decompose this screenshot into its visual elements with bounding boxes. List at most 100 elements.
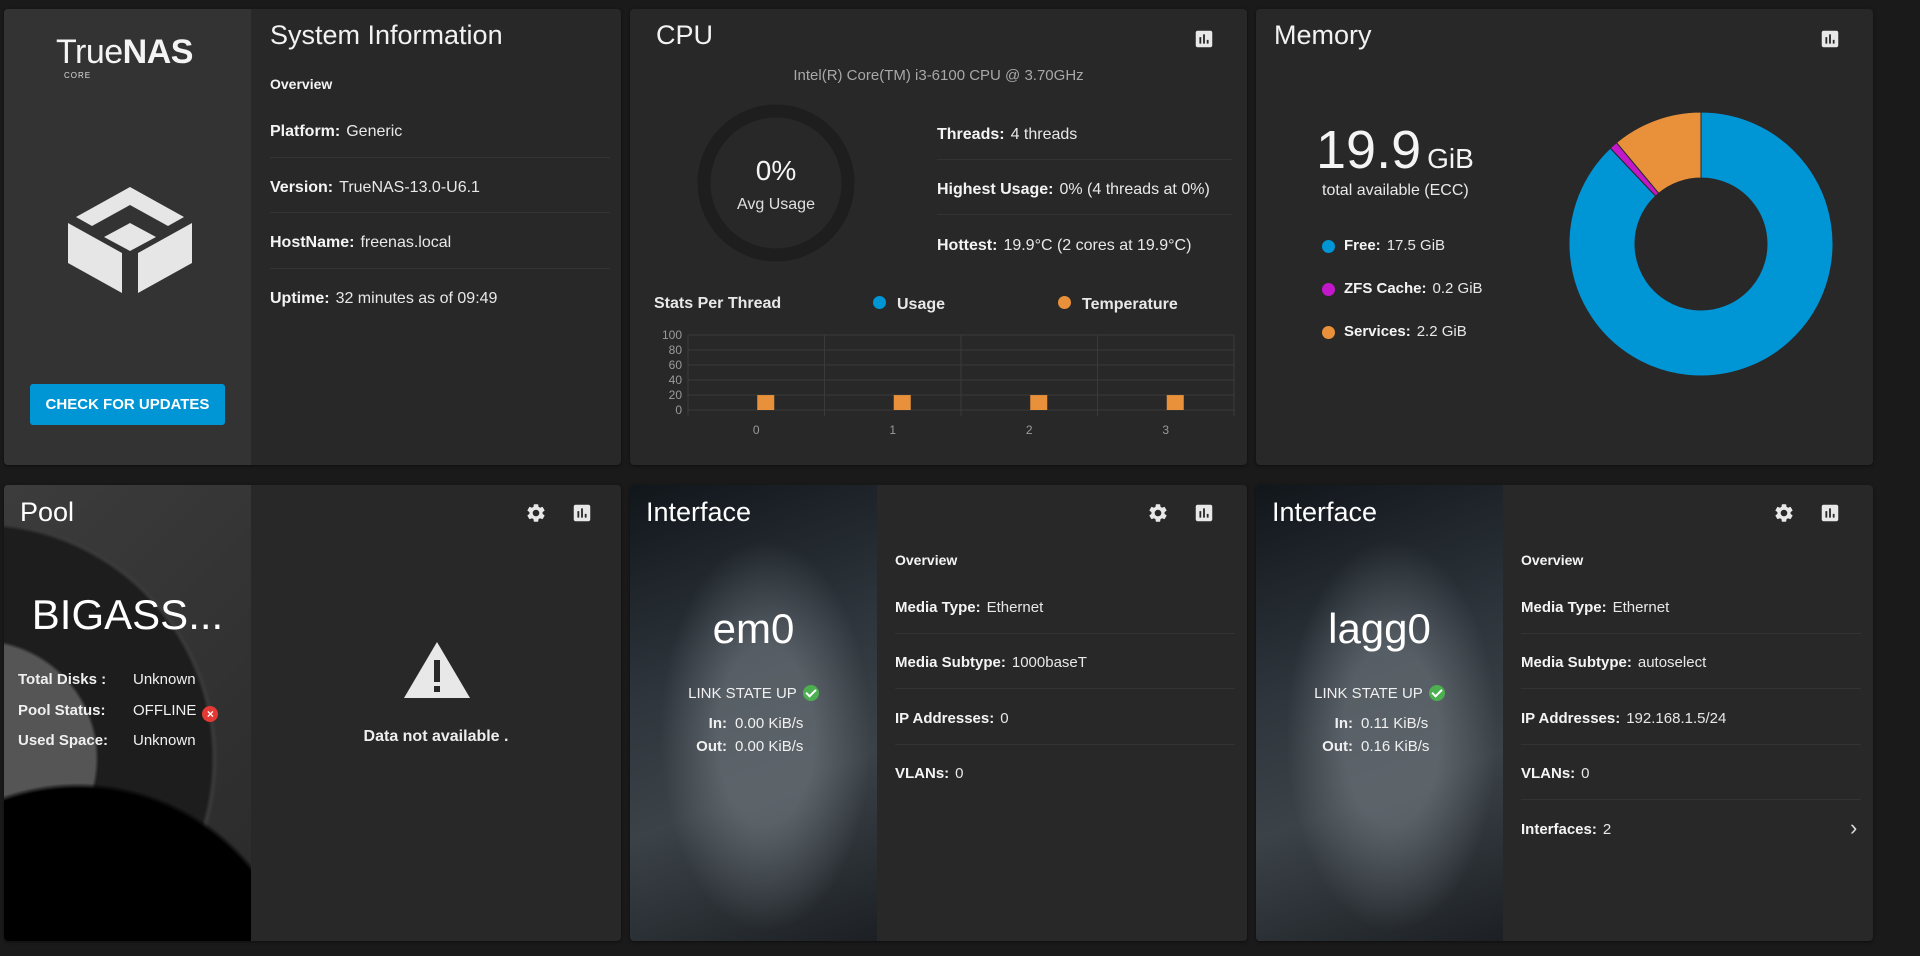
data-not-available-text: Data not available . [363, 728, 509, 745]
bar-chart-icon [573, 504, 591, 522]
cpu-title: CPU [656, 20, 714, 50]
x-tick-label: 1 [889, 423, 896, 437]
stats-per-thread-chart: 1008060402000 1 2 3 [662, 328, 1235, 437]
divider [270, 212, 610, 213]
interface-reports-button[interactable] [1190, 499, 1218, 527]
bar-chart-icon [1195, 30, 1213, 48]
traffic-in-row: In: 0.00 KiB/s [708, 715, 804, 732]
link-state: LINK STATE UP [630, 685, 877, 702]
y-tick-label: 0 [675, 403, 682, 417]
zfs-cache-legend-row: ZFS Cache: 0.2 GiB [1344, 280, 1483, 297]
memory-title: Memory [1274, 20, 1372, 50]
pool-title: Pool [20, 497, 75, 527]
interface-settings-button[interactable] [1770, 499, 1798, 527]
truenas-edition-label: CORE [64, 71, 92, 80]
memory-subtitle: total available (ECC) [1322, 182, 1469, 199]
pool-settings-button[interactable] [522, 499, 550, 527]
usage-legend-label: Usage [897, 296, 946, 313]
free-legend-row: Free: 17.5 GiB [1344, 237, 1446, 254]
hostname-row: HostName: freenas.local [270, 234, 452, 251]
gear-icon [1149, 504, 1167, 522]
divider [937, 214, 1232, 215]
link-up-check-icon [802, 685, 819, 701]
y-tick-label: 60 [669, 358, 683, 372]
memory-total: 19.9 GiB [1316, 120, 1474, 180]
used-space-row: Used Space: Unknown [18, 732, 196, 749]
warning-icon [404, 642, 470, 698]
system-logo-panel: TrueNAS CORE CHECK FOR UPDATES [4, 9, 251, 465]
divider [1521, 633, 1861, 634]
temperature-legend-label: Temperature [1082, 296, 1178, 313]
services-legend-row: Services: 2.2 GiB [1344, 323, 1467, 340]
uptime-row: Uptime: 32 minutes as of 09:49 [270, 290, 498, 307]
truenas-logo-icon [68, 187, 192, 293]
traffic-out-row: Out: 0.16 KiB/s [1322, 738, 1430, 755]
divider [895, 688, 1235, 689]
interface-card-em0: Interface em0 LINK STATE UP In: 0.00 KiB/… [630, 485, 1247, 941]
vlans-row: VLANs: 0 [895, 765, 964, 782]
memory-reports-button[interactable] [1816, 25, 1844, 53]
divider [937, 159, 1232, 160]
usage-legend-dot [873, 296, 886, 309]
divider [895, 633, 1235, 634]
divider [895, 744, 1235, 745]
total-disks-row: Total Disks : Unknown [18, 671, 196, 688]
pool-reports-button[interactable] [568, 499, 596, 527]
link-state: LINK STATE UP [1256, 685, 1503, 702]
y-tick-label: 100 [662, 328, 682, 342]
bar-chart-icon [1821, 504, 1839, 522]
threads-row: Threads: 4 threads [937, 126, 1078, 143]
chevron-right-icon[interactable]: › [1850, 815, 1857, 841]
ethernet-cable-image [1256, 485, 1503, 941]
bar-temperature-3 [1166, 395, 1184, 410]
x-tick-label: 3 [1162, 423, 1169, 437]
memory-card: Memory 19.9 GiB total available (ECC) Fre… [1256, 9, 1873, 465]
highest-usage-row: Highest Usage: 0% (4 threads at 0%) [937, 181, 1210, 198]
interfaces-row[interactable]: Interfaces: 2 [1521, 821, 1861, 838]
hottest-row: Hottest: 19.9°C (2 cores at 19.9°C) [937, 237, 1192, 254]
ip-addresses-row: IP Addresses: 0 [895, 710, 1009, 727]
stats-per-thread-label: Stats Per Thread [654, 295, 782, 312]
interface-card-lagg0: Interface lagg0 LINK STATE UP In: 0.11 Ki… [1256, 485, 1873, 941]
ip-addresses-row: IP Addresses: 192.168.1.5/24 [1521, 710, 1727, 727]
divider [1521, 799, 1861, 800]
cpu-reports-button[interactable] [1190, 25, 1218, 53]
y-tick-label: 80 [669, 343, 683, 357]
interface-reports-button[interactable] [1816, 499, 1844, 527]
platform-row: Platform: Generic [270, 123, 403, 140]
interface-title: Interface [1272, 497, 1378, 527]
interface-settings-button[interactable] [1144, 499, 1172, 527]
bar-temperature-1 [893, 395, 911, 410]
divider [1521, 688, 1861, 689]
system-information-card: TrueNAS CORE CHECK FOR UPDATES System In… [4, 9, 621, 465]
interface-name: em0 [712, 605, 795, 652]
offline-error-icon: × [202, 706, 219, 722]
interface-overview-label: Overview [895, 552, 958, 568]
gear-icon [1775, 504, 1793, 522]
media-subtype-row: Media Subtype: autoselect [1521, 654, 1707, 671]
pool-status-row: Pool Status: OFFLINE × [18, 702, 219, 722]
check-for-updates-button[interactable]: CHECK FOR UPDATES [30, 384, 225, 425]
bar-temperature-0 [757, 395, 775, 410]
x-tick-label: 2 [1026, 423, 1033, 437]
bar-chart-icon [1821, 30, 1839, 48]
y-tick-label: 40 [669, 373, 683, 387]
y-tick-label: 20 [669, 388, 683, 402]
cpu-card: CPU Intel(R) Core(TM) i3-6100 CPU @ 3.70… [630, 9, 1247, 465]
link-up-check-icon [1428, 685, 1445, 701]
zfs-cache-legend-dot [1322, 283, 1335, 296]
avg-usage-label: Avg Usage [737, 196, 815, 213]
services-legend-dot [1322, 326, 1335, 339]
bar-temperature-2 [1030, 395, 1048, 410]
divider [270, 157, 610, 158]
media-subtype-row: Media Subtype: 1000baseT [895, 654, 1087, 671]
media-type-row: Media Type: Ethernet [1521, 599, 1670, 616]
system-overview-label: Overview [270, 76, 333, 92]
pool-name: BIGASS... [31, 591, 224, 638]
cpu-model: Intel(R) Core(TM) i3-6100 CPU @ 3.70GHz [793, 67, 1084, 84]
divider [1521, 744, 1861, 745]
bar-chart-icon [1195, 504, 1213, 522]
avg-usage-value: 0% [755, 155, 797, 186]
system-information-title: System Information [270, 20, 503, 50]
temperature-legend-dot [1058, 296, 1071, 309]
